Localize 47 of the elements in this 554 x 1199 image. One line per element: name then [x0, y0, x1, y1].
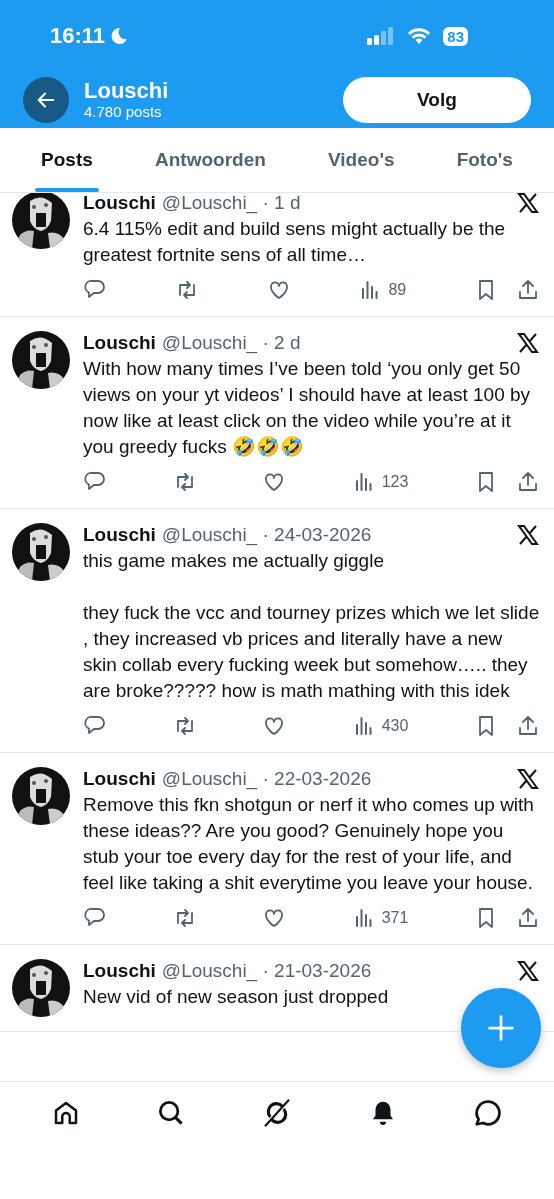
- tweet-meta: @Louschi_ · 22-03-2026: [161, 767, 373, 791]
- x-logo-icon: [516, 767, 540, 791]
- tweet-meta: @Louschi_ · 24-03-2026: [161, 523, 373, 547]
- share-icon: [516, 278, 540, 302]
- author-name[interactable]: Louschi: [83, 767, 156, 791]
- tweet-meta: @Louschi_ · 21-03-2026: [161, 959, 373, 983]
- author-name[interactable]: Louschi: [83, 331, 156, 355]
- tweet-meta: @Louschi_ · 2 d: [161, 331, 302, 355]
- views-button[interactable]: 89: [358, 278, 407, 302]
- chat-bubble-icon: [472, 1098, 503, 1128]
- views-button[interactable]: 371: [351, 906, 409, 930]
- x-logo-icon: [516, 523, 540, 547]
- x-logo-icon: [516, 193, 540, 215]
- battery-indicator: 83: [443, 26, 468, 46]
- back-button[interactable]: [23, 77, 69, 123]
- views-button[interactable]: 123: [351, 470, 409, 494]
- profile-name: Louschi: [84, 79, 170, 103]
- views-button[interactable]: 430: [351, 714, 409, 738]
- compose-button[interactable]: [461, 988, 541, 1068]
- tab[interactable]: Posts: [29, 128, 105, 192]
- wifi-icon: [407, 27, 432, 45]
- tweet-text: With how many times I’ve been told ‘you only get 50 views on your yt videos’ I should have at least 100 by now like at least click on the video while you’re at it you greedy fucks 🤣🤣🤣: [83, 357, 532, 459]
- tweet-text: this game makes me actually giggle they fuck the vcc and tourney prizes which we let slide , they increased vb prices and literally have a new skin collab every fucking week but somehow….. they are broke????? how is math mathing with this idek: [83, 549, 540, 703]
- tweet-meta: @Louschi_ · 1 d: [161, 193, 302, 215]
- tab[interactable]: Foto's: [444, 128, 525, 192]
- tab[interactable]: Antwoorden: [143, 128, 278, 192]
- author-name[interactable]: Louschi: [83, 523, 156, 547]
- signal-icon: [367, 27, 396, 45]
- tweet-text: New vid of new season just dropped: [83, 985, 390, 1009]
- moon-icon: [109, 26, 130, 46]
- view-count: 123: [381, 473, 409, 491]
- tab[interactable]: Video's: [316, 128, 407, 192]
- plus-icon: [486, 1013, 516, 1043]
- view-count: 430: [381, 717, 409, 735]
- clock-time: 16:11: [50, 23, 106, 49]
- follow-button[interactable]: Volg: [343, 77, 531, 123]
- author-name[interactable]: Louschi: [83, 193, 156, 215]
- x-logo-icon: [516, 959, 540, 983]
- share-button[interactable]: [516, 278, 540, 302]
- x-logo-icon: [516, 331, 540, 355]
- tweet-text: Remove this fkn shotgun or nerf it who comes up with these ideas?? Are you good? Genuinely hope you stub your toe every day for the rest of your life, and feel like taking a shit everytime you leave your house.: [83, 793, 535, 895]
- view-count: 371: [381, 909, 409, 927]
- slashed-circle-icon: [261, 1097, 293, 1129]
- view-count: 89: [388, 281, 407, 299]
- author-name[interactable]: Louschi: [83, 959, 156, 983]
- tweet-text: 6.4 115% edit and build sens might actually be the greatest fortnite sens of all time…: [83, 217, 507, 267]
- post-count: 4.780 posts: [84, 103, 163, 121]
